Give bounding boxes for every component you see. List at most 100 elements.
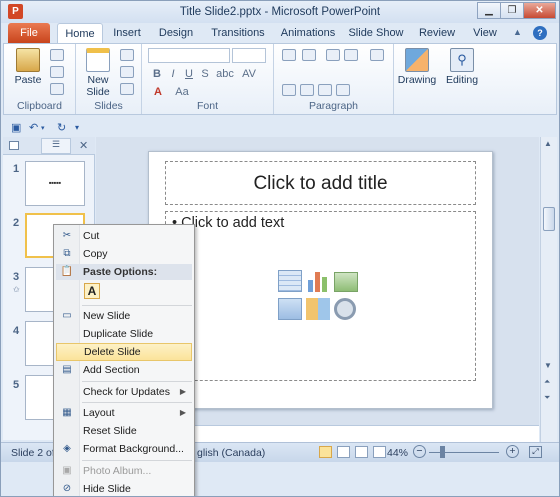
tab-transitions[interactable]: Transitions xyxy=(205,23,271,43)
menu-item-duplicate-slide[interactable]: Duplicate Slide xyxy=(56,325,192,343)
title-placeholder[interactable]: Click to add title xyxy=(165,161,476,205)
menu-item-cut[interactable]: ✂ Cut xyxy=(56,227,192,245)
bullets-icon[interactable] xyxy=(282,49,296,61)
minimize-ribbon-icon[interactable]: ▲ xyxy=(513,27,522,37)
layout-icon[interactable] xyxy=(120,49,134,61)
menu-label-reset-slide: Reset Slide xyxy=(83,425,137,437)
drawing-label: Drawing xyxy=(397,74,437,86)
menu-item-new-slide[interactable]: ▭ New Slide xyxy=(56,307,192,325)
zoom-out-icon[interactable]: − xyxy=(413,445,426,458)
group-label-font: Font xyxy=(196,100,218,112)
slide-thumbnail-1[interactable]: ■■■■■ xyxy=(25,161,85,206)
menu-item-copy[interactable]: ⧉ Copy xyxy=(56,245,192,263)
justify-icon[interactable] xyxy=(336,84,350,96)
language-status[interactable]: glish (Canada) xyxy=(197,447,265,459)
insert-chart-icon[interactable] xyxy=(306,270,330,292)
scroll-down-icon[interactable]: ▼ xyxy=(544,361,552,370)
add-section-icon: ▤ xyxy=(62,364,72,375)
text-direction-icon[interactable] xyxy=(370,49,384,61)
tab-slide-show[interactable]: Slide Show xyxy=(345,23,407,43)
content-placeholder[interactable]: • Click to add text xyxy=(165,211,476,381)
paste-button[interactable]: Paste xyxy=(10,48,46,86)
menu-item-check-for-updates[interactable]: Check for Updates ▶ xyxy=(56,383,192,401)
new-slide-icon xyxy=(86,48,110,72)
insert-media-icon[interactable] xyxy=(334,298,356,320)
next-slide-icon[interactable]: ⏷ xyxy=(544,393,550,403)
align-left-icon[interactable] xyxy=(282,84,296,96)
font-size-select[interactable] xyxy=(232,48,266,63)
text-shadow-button[interactable]: abc xyxy=(214,68,236,80)
group-clipboard: Paste Clipboard xyxy=(4,44,76,114)
editing-button[interactable]: ⚲ Editing xyxy=(440,48,484,86)
close-panel-icon[interactable]: ✕ xyxy=(79,139,88,152)
insert-smartart-icon[interactable] xyxy=(334,272,358,292)
group-editing: ⚲ Editing xyxy=(440,44,484,114)
slide-show-view-icon[interactable] xyxy=(373,446,386,458)
scroll-thumb[interactable] xyxy=(543,207,555,231)
menu-item-delete-slide[interactable]: Delete Slide xyxy=(56,343,192,361)
menu-label-add-section: Add Section xyxy=(83,364,140,376)
reading-view-icon[interactable] xyxy=(355,446,368,458)
align-center-icon[interactable] xyxy=(300,84,314,96)
insert-clip-art-icon[interactable] xyxy=(306,298,330,320)
slide-sorter-view-icon[interactable] xyxy=(337,446,350,458)
change-case-button[interactable]: Aa xyxy=(172,86,192,98)
menu-item-hide-slide[interactable]: ⊘ Hide Slide xyxy=(56,480,192,496)
menu-item-reset-slide[interactable]: Reset Slide xyxy=(56,422,192,440)
tab-animations[interactable]: Animations xyxy=(277,23,339,43)
tab-home[interactable]: Home xyxy=(57,23,103,43)
vertical-scrollbar[interactable]: ▲ ▼ ⏶ ⏷ xyxy=(540,137,557,442)
previous-slide-icon[interactable]: ⏶ xyxy=(544,377,550,387)
title-bar: P Title Slide2.pptx - Microsoft PowerPoi… xyxy=(1,1,559,23)
tab-insert[interactable]: Insert xyxy=(107,23,147,43)
character-spacing-button[interactable]: AV xyxy=(240,68,258,80)
reset-slide-icon[interactable] xyxy=(120,66,134,78)
menu-header-paste-options: 📋 Paste Options: xyxy=(56,264,192,280)
normal-view-icon[interactable] xyxy=(319,446,332,458)
drawing-button[interactable]: Drawing xyxy=(396,48,438,86)
insert-picture-icon[interactable] xyxy=(278,298,302,320)
fit-to-window-icon[interactable]: ⤢ xyxy=(529,446,542,458)
ribbon-home: Paste Clipboard New Slide Slides B I U S… xyxy=(3,43,557,115)
undo-dropdown-icon[interactable]: ▾ xyxy=(41,124,45,132)
font-family-select[interactable] xyxy=(148,48,230,63)
increase-indent-icon[interactable] xyxy=(344,49,358,61)
cut-icon[interactable] xyxy=(50,49,64,61)
slides-tab-icon[interactable] xyxy=(9,141,19,150)
maximize-button[interactable]: ❐ xyxy=(500,2,524,19)
align-right-icon[interactable] xyxy=(318,84,332,96)
zoom-slider-thumb[interactable] xyxy=(440,446,445,458)
zoom-level[interactable]: 44% xyxy=(387,447,408,459)
font-color-button[interactable]: A xyxy=(150,86,166,98)
binoculars-icon: ⚲ xyxy=(450,48,474,72)
paste-keep-text-only-button[interactable]: A xyxy=(84,283,100,299)
italic-button[interactable]: I xyxy=(166,68,180,80)
outline-tab-icon[interactable]: ☰ xyxy=(41,138,71,154)
minimize-button[interactable]: ▁ xyxy=(477,2,501,19)
menu-item-add-section[interactable]: ▤ Add Section xyxy=(56,361,192,379)
menu-item-layout[interactable]: ▦ Layout ▶ xyxy=(56,404,192,422)
decrease-indent-icon[interactable] xyxy=(326,49,340,61)
undo-icon[interactable]: ↶ xyxy=(29,121,38,134)
zoom-in-icon[interactable]: + xyxy=(506,445,519,458)
strikethrough-button[interactable]: S xyxy=(198,68,212,80)
bold-button[interactable]: B xyxy=(150,68,164,80)
underline-button[interactable]: U xyxy=(182,68,196,80)
scroll-up-icon[interactable]: ▲ xyxy=(544,139,552,148)
insert-table-icon[interactable] xyxy=(278,270,302,292)
format-painter-icon[interactable] xyxy=(50,83,64,95)
help-icon[interactable]: ? xyxy=(533,26,547,40)
tab-file[interactable]: File xyxy=(8,23,50,43)
close-button[interactable]: ✕ xyxy=(523,2,556,19)
tab-view[interactable]: View xyxy=(465,23,505,43)
redo-icon[interactable]: ↻ xyxy=(57,121,66,134)
tab-design[interactable]: Design xyxy=(153,23,199,43)
numbering-icon[interactable] xyxy=(302,49,316,61)
save-icon[interactable]: ▣ xyxy=(11,121,21,134)
menu-item-format-background[interactable]: ◈ Format Background... xyxy=(56,440,192,458)
copy-icon[interactable] xyxy=(50,66,64,78)
tab-review[interactable]: Review xyxy=(415,23,459,43)
customize-qat-icon[interactable]: ▾ xyxy=(75,123,79,132)
section-icon[interactable] xyxy=(120,83,134,95)
new-slide-button[interactable]: New Slide xyxy=(80,48,116,98)
